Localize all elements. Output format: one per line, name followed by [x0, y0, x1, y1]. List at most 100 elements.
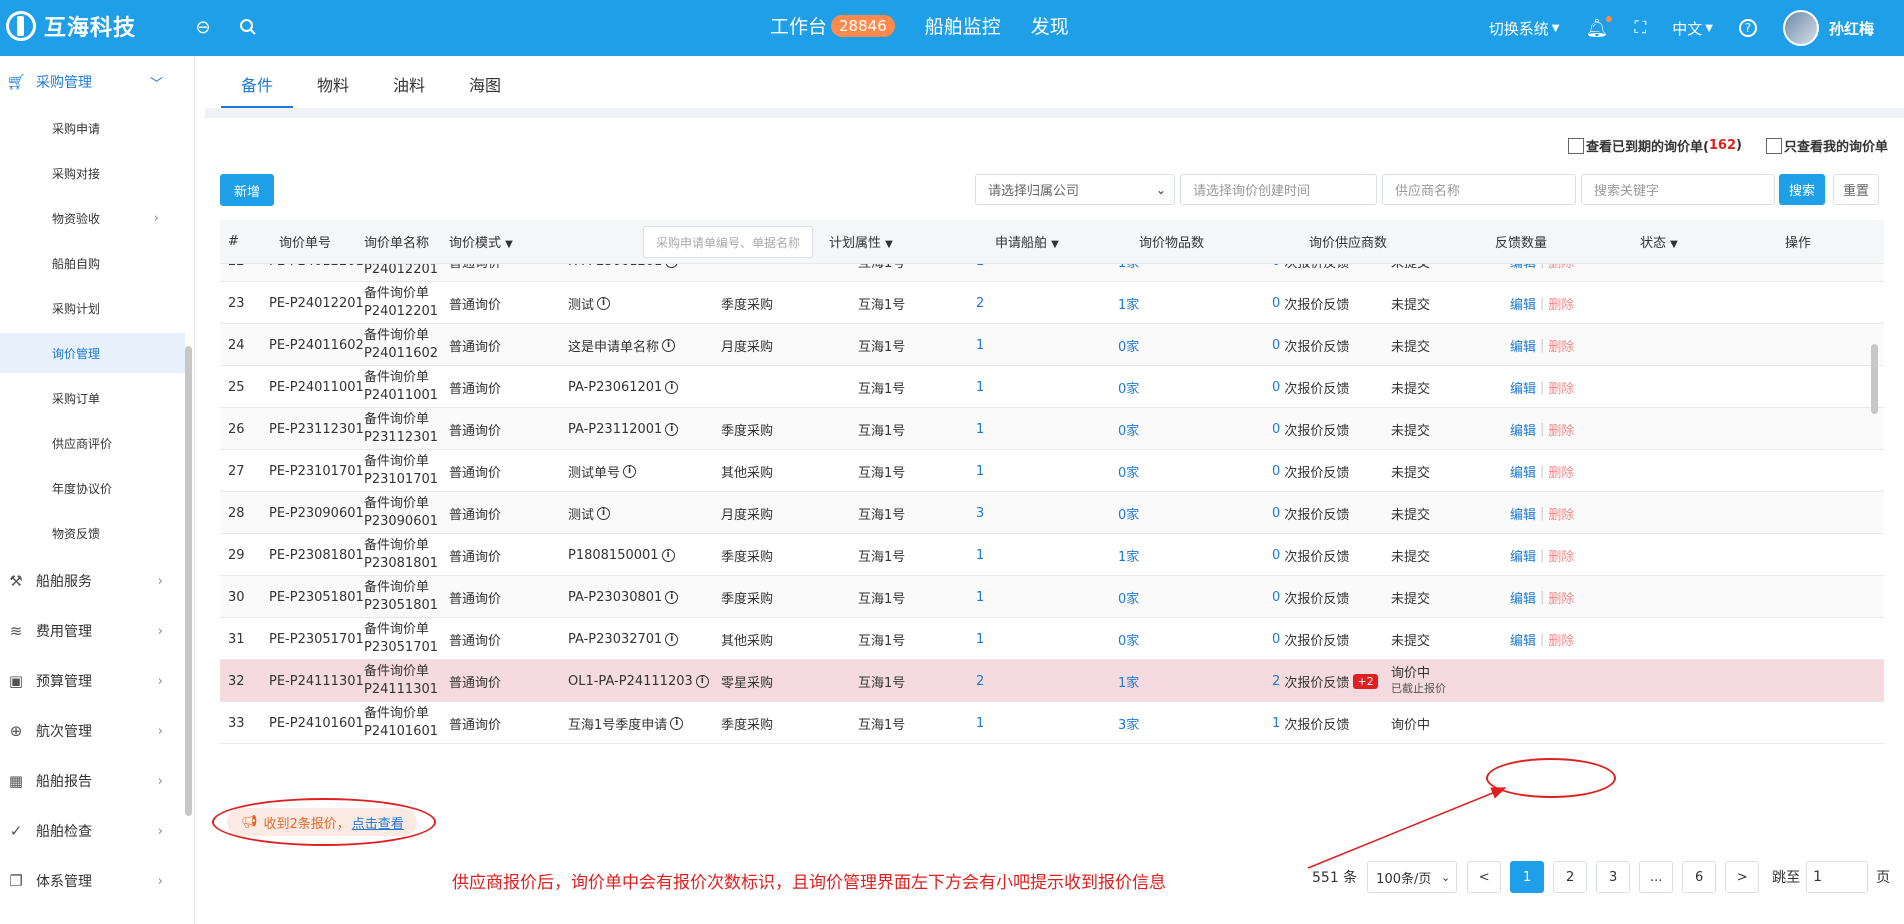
- col-ship[interactable]: 申请船舶 ▼: [995, 232, 1059, 251]
- table-row[interactable]: 32 PE-P24111301 备件询价单P24111301 普通询价 OL1-PA-P…: [220, 660, 1884, 702]
- sidebar-group-expense[interactable]: ≋ 费用管理 ›: [0, 611, 185, 651]
- sidebar-item-annual-price[interactable]: 年度协议价: [0, 468, 185, 508]
- cell-suppliers[interactable]: 1家: [1118, 660, 1139, 702]
- cell-suppliers[interactable]: 0家: [1118, 324, 1139, 366]
- cell-suppliers[interactable]: 1家: [1118, 282, 1139, 324]
- cell-items[interactable]: 1: [976, 324, 984, 366]
- sidebar-group-budget[interactable]: ▣ 预算管理 ›: [0, 661, 185, 701]
- search-icon[interactable]: [235, 14, 261, 40]
- delete-link[interactable]: 删除: [1548, 546, 1574, 565]
- table-row[interactable]: 25 PE-P24011001 备件询价单P24011001 普通询价 PA-P2306…: [220, 366, 1884, 408]
- prev-page-button[interactable]: <: [1467, 861, 1502, 893]
- sidebar-group-procurement[interactable]: 🛒︎ 采购管理 ﹀: [0, 62, 185, 102]
- cell-suppliers[interactable]: 3家: [1118, 702, 1139, 744]
- info-icon[interactable]: i: [662, 338, 676, 352]
- sidebar-group-ship-service[interactable]: ⚒ 船舶服务 ›: [0, 561, 185, 601]
- sidebar-group-voyage[interactable]: ⊕ 航次管理 ›: [0, 711, 185, 751]
- info-icon[interactable]: i: [665, 632, 679, 646]
- delete-link[interactable]: 删除: [1548, 294, 1574, 313]
- sidebar-item-purchase-request[interactable]: 采购申请: [0, 108, 185, 148]
- sidebar-group-system[interactable]: ❐ 体系管理 ›: [0, 861, 185, 901]
- cell-feedback[interactable]: 0 次报价反馈: [1272, 408, 1349, 450]
- help-icon[interactable]: ?: [1738, 19, 1757, 37]
- edit-link[interactable]: 编辑: [1510, 336, 1536, 355]
- supplier-input[interactable]: 供应商名称: [1382, 174, 1576, 205]
- edit-link[interactable]: 编辑: [1510, 546, 1536, 565]
- cell-items[interactable]: 3: [976, 492, 984, 534]
- info-icon[interactable]: i: [665, 380, 679, 394]
- page-ellipsis[interactable]: ...: [1639, 861, 1674, 893]
- back-icon[interactable]: ⊖: [190, 14, 216, 40]
- info-icon[interactable]: i: [670, 716, 684, 730]
- info-icon[interactable]: i: [623, 464, 637, 478]
- table-row[interactable]: 30 PE-P23051801 备件询价单P23051801 普通询价 PA-P2303…: [220, 576, 1884, 618]
- col-status[interactable]: 状态 ▼: [1640, 232, 1678, 251]
- cell-suppliers[interactable]: 0家: [1118, 450, 1139, 492]
- delete-link[interactable]: 删除: [1548, 336, 1574, 355]
- info-icon[interactable]: i: [597, 296, 611, 310]
- table-row[interactable]: 24 PE-P24011602 备件询价单P24011602 普通询价 这是申请单名称 i…: [220, 324, 1884, 366]
- nav-workbench[interactable]: 工作台 28846: [770, 12, 895, 39]
- sidebar-group-ship-report[interactable]: ▦ 船舶报告 ›: [0, 761, 185, 801]
- page-size-select[interactable]: 100条/页 ⌄: [1367, 861, 1458, 893]
- cell-feedback[interactable]: 0 次报价反馈: [1272, 450, 1349, 492]
- sidebar-scrollbar[interactable]: [185, 346, 192, 816]
- expired-checkbox[interactable]: 查看已到期的询价单(162): [1567, 136, 1742, 155]
- company-select[interactable]: 请选择归属公司 ⌄: [975, 174, 1175, 205]
- cell-feedback[interactable]: 0 次报价反馈: [1272, 324, 1349, 366]
- edit-link[interactable]: 编辑: [1510, 462, 1536, 481]
- col-inquiry-mode[interactable]: 询价模式 ▼: [449, 232, 513, 251]
- tab-spare-parts[interactable]: 备件: [221, 72, 294, 108]
- sidebar-item-purchase-plan[interactable]: 采购计划: [0, 288, 185, 328]
- cell-feedback[interactable]: 1 次报价反馈: [1272, 702, 1349, 744]
- cell-items[interactable]: 1: [976, 534, 984, 576]
- cell-items[interactable]: 1: [976, 618, 984, 660]
- created-time-picker[interactable]: 请选择询价创建时间: [1180, 174, 1377, 205]
- table-row[interactable]: 28 PE-P23090601 备件询价单P23090601 普通询价 测试 i 月度采购 互…: [220, 492, 1884, 534]
- next-page-button[interactable]: >: [1725, 861, 1760, 893]
- info-icon[interactable]: i: [597, 506, 611, 520]
- page-button[interactable]: 1: [1510, 861, 1545, 893]
- table-row[interactable]: 27 PE-P23101701 备件询价单P23101701 普通询价 测试单号 i 其他采…: [220, 450, 1884, 492]
- fullscreen-icon[interactable]: ⛶: [1634, 18, 1646, 38]
- cell-items[interactable]: 1: [976, 702, 984, 744]
- edit-link[interactable]: 编辑: [1510, 294, 1536, 313]
- sidebar-item-purchase-order[interactable]: 采购订单: [0, 378, 185, 418]
- reset-button[interactable]: 重置: [1833, 174, 1879, 205]
- tab-charts[interactable]: 海图: [449, 72, 521, 108]
- cell-items[interactable]: 1: [976, 408, 984, 450]
- info-icon[interactable]: i: [665, 422, 679, 436]
- tab-materials[interactable]: 物料: [297, 72, 369, 108]
- cell-suppliers[interactable]: 0家: [1118, 618, 1139, 660]
- table-scrollbar[interactable]: [1871, 344, 1878, 414]
- switch-system-dropdown[interactable]: 切换系统 ▼: [1489, 18, 1560, 39]
- cell-items[interactable]: 1: [976, 576, 984, 618]
- info-icon[interactable]: i: [661, 548, 675, 562]
- language-dropdown[interactable]: 中文 ▼: [1672, 18, 1713, 39]
- app-logo[interactable]: 互海科技: [6, 10, 136, 42]
- edit-link[interactable]: 编辑: [1510, 378, 1536, 397]
- page-button[interactable]: 6: [1682, 861, 1717, 893]
- tab-oil[interactable]: 油料: [373, 72, 445, 108]
- cell-suppliers[interactable]: 0家: [1118, 492, 1139, 534]
- cell-suppliers[interactable]: 0家: [1118, 366, 1139, 408]
- cell-items[interactable]: 2: [976, 282, 984, 324]
- edit-link[interactable]: 编辑: [1510, 588, 1536, 607]
- delete-link[interactable]: 删除: [1548, 630, 1574, 649]
- cell-suppliers[interactable]: 0家: [1118, 408, 1139, 450]
- cell-suppliers[interactable]: 1家: [1118, 534, 1139, 576]
- sidebar-item-purchase-docking[interactable]: 采购对接: [0, 153, 185, 193]
- search-button[interactable]: 搜索: [1779, 174, 1825, 205]
- table-row[interactable]: 33 PE-P24101601 备件询价单P24101601 普通询价 互海1号季度申请…: [220, 702, 1884, 744]
- delete-link[interactable]: 删除: [1548, 462, 1574, 481]
- bell-icon[interactable]: 🔔︎: [1586, 15, 1613, 39]
- cell-feedback[interactable]: 0 次报价反馈: [1272, 492, 1349, 534]
- cell-items[interactable]: 2: [976, 660, 984, 702]
- delete-link[interactable]: 删除: [1548, 378, 1574, 397]
- cell-feedback[interactable]: 0 次报价反馈: [1272, 282, 1349, 324]
- mine-checkbox[interactable]: 只查看我的询价单: [1765, 136, 1888, 155]
- edit-link[interactable]: 编辑: [1510, 504, 1536, 523]
- cell-items[interactable]: 1: [976, 366, 984, 408]
- table-row[interactable]: 26 PE-P23112301 备件询价单P23112301 普通询价 PA-P2311…: [220, 408, 1884, 450]
- cell-feedback[interactable]: 2 次报价反馈 +2: [1272, 660, 1378, 702]
